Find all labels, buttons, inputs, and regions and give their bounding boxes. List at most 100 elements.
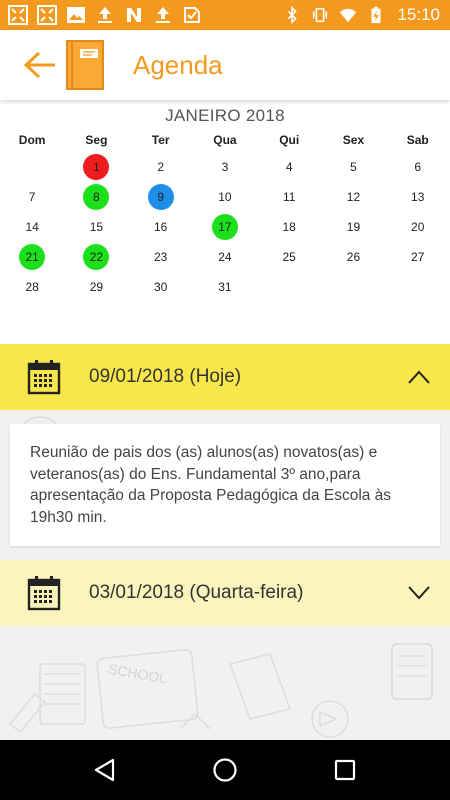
event-date: 09/01/2018 (Hoje) <box>89 366 242 387</box>
calendar-grid: 1 2 3 4 5 6 7 8 9 10 11 12 13 14 15 16 17 18 19 20 21 22 23 24 2… <box>0 152 450 302</box>
chevron-up-icon <box>408 370 430 384</box>
calendar-day-cell <box>321 274 385 300</box>
calendar-day-marked: 9 <box>147 184 174 210</box>
calendar-day-cell <box>0 154 64 180</box>
weekday-label: Sab <box>406 133 429 147</box>
notebook-icon <box>66 40 104 90</box>
arrow-left-icon <box>23 51 55 79</box>
navigation-bar <box>0 740 450 800</box>
nav-back-button[interactable] <box>85 750 125 790</box>
calendar-day: 5 <box>350 160 357 174</box>
calendar-day-cell[interactable]: 7 <box>0 184 64 210</box>
calendar-day: 4 <box>285 160 293 174</box>
vibrate-icon <box>313 7 328 23</box>
weekday-label: Sex <box>342 133 365 147</box>
calendar-day <box>340 274 366 300</box>
calendar-day-cell[interactable]: 23 <box>129 244 193 270</box>
calendar-day: 2 <box>157 160 164 174</box>
calendar-day: 28 <box>25 280 39 294</box>
weekday-header: Dom Seg Ter Qua Qui Sex Sab <box>0 128 450 152</box>
calendar-day-cell[interactable]: 10 <box>193 184 257 210</box>
calendar-day-marked: 22 <box>83 244 110 270</box>
recents-square-icon <box>334 759 356 781</box>
calendar-day <box>19 154 45 180</box>
calendar-day-cell[interactable]: 27 <box>386 244 450 270</box>
calendar-day: 12 <box>346 190 361 204</box>
calendar-day-cell[interactable]: 30 <box>129 274 193 300</box>
event-header-expanded[interactable]: 09/01/2018 (Hoje) <box>0 344 450 410</box>
fullscreen-icon <box>37 5 57 25</box>
calendar-day-cell[interactable]: 16 <box>129 214 193 240</box>
event-description: Reunião de pais dos (as) alunos(as) nova… <box>10 424 440 546</box>
page-title: Agenda <box>133 49 223 80</box>
calendar-day-cell[interactable]: 19 <box>321 214 385 240</box>
wifi-icon <box>340 8 357 23</box>
upload-icon <box>156 7 170 23</box>
calendar-day: 19 <box>346 220 361 234</box>
calendar-day-marked: 1 <box>83 154 110 180</box>
calendar-day-cell[interactable]: 8 <box>64 184 128 210</box>
back-triangle-icon <box>94 758 115 782</box>
back-button[interactable] <box>20 45 60 85</box>
calendar-day-cell[interactable]: 9 <box>129 184 193 210</box>
upload-icon <box>98 7 112 23</box>
calendar-day-cell[interactable]: 1 <box>64 154 128 180</box>
calendar-day-cell[interactable]: 2 <box>129 154 193 180</box>
calendar-week: 28 29 30 31 <box>0 272 450 302</box>
chevron-down-icon <box>408 586 430 600</box>
calendar-day-cell[interactable]: 18 <box>257 214 321 240</box>
nav-home-button[interactable] <box>205 750 245 790</box>
weekday-label: Dom <box>18 133 46 147</box>
calendar-day: 16 <box>153 220 168 234</box>
calendar-day: 29 <box>89 280 104 294</box>
weekday-label: Seg <box>85 133 108 147</box>
svg-text:SCHOOL: SCHOOL <box>107 661 168 687</box>
calendar-day-cell[interactable]: 12 <box>321 184 385 210</box>
calendar-day-cell[interactable]: 25 <box>257 244 321 270</box>
calendar-day-cell[interactable]: 20 <box>386 214 450 240</box>
calendar-icon <box>27 360 61 395</box>
calendar-day: 13 <box>411 190 425 204</box>
bluetooth-icon <box>288 6 298 24</box>
event-header-collapsed[interactable]: 03/01/2018 (Quarta-feira) <box>0 560 450 626</box>
calendar-day-cell[interactable]: 31 <box>193 274 257 300</box>
battery-charging-icon <box>371 6 381 24</box>
calendar-day: 11 <box>282 190 296 204</box>
calendar-day-cell[interactable]: 4 <box>257 154 321 180</box>
calendar-day-cell[interactable]: 28 <box>0 274 64 300</box>
calendar-day-cell[interactable]: 5 <box>321 154 385 180</box>
calendar-day: 27 <box>411 250 425 264</box>
app-bar: Agenda <box>0 30 450 100</box>
calendar-week: 14 15 16 17 18 19 20 <box>0 212 450 242</box>
calendar-day: 31 <box>218 280 232 294</box>
fullscreen-icon <box>8 5 28 25</box>
calendar-day: 15 <box>89 220 104 234</box>
calendar-day-cell[interactable]: 22 <box>64 244 128 270</box>
calendar-day: 6 <box>414 160 422 174</box>
calendar: JANEIRO 2018 Dom Seg Ter Qua Qui Sex Sab… <box>0 100 450 344</box>
calendar-day-cell[interactable]: 13 <box>386 184 450 210</box>
calendar-icon <box>27 576 61 611</box>
nav-recents-button[interactable] <box>325 750 365 790</box>
calendar-day: 24 <box>218 250 232 264</box>
calendar-day: 23 <box>153 250 168 264</box>
calendar-day-cell[interactable]: 17 <box>193 214 257 240</box>
n-icon <box>127 8 141 22</box>
image-icon <box>67 7 85 23</box>
calendar-month-title: JANEIRO 2018 <box>165 106 285 125</box>
calendar-day-cell[interactable]: 24 <box>193 244 257 270</box>
calendar-day: 20 <box>411 220 425 234</box>
calendar-day-cell[interactable]: 6 <box>386 154 450 180</box>
calendar-day-cell[interactable]: 21 <box>0 244 64 270</box>
calendar-day: 10 <box>218 190 232 204</box>
calendar-day-cell[interactable]: 29 <box>64 274 128 300</box>
calendar-day-cell <box>257 274 321 300</box>
calendar-day: 7 <box>28 190 36 204</box>
calendar-day-cell[interactable]: 3 <box>193 154 257 180</box>
calendar-day-cell[interactable]: 15 <box>64 214 128 240</box>
calendar-day-cell[interactable]: 11 <box>257 184 321 210</box>
calendar-day-cell[interactable]: 14 <box>0 214 64 240</box>
calendar-day-marked: 21 <box>19 244 46 270</box>
event-date: 03/01/2018 (Quarta-feira) <box>89 582 304 603</box>
calendar-day-cell[interactable]: 26 <box>321 244 385 270</box>
